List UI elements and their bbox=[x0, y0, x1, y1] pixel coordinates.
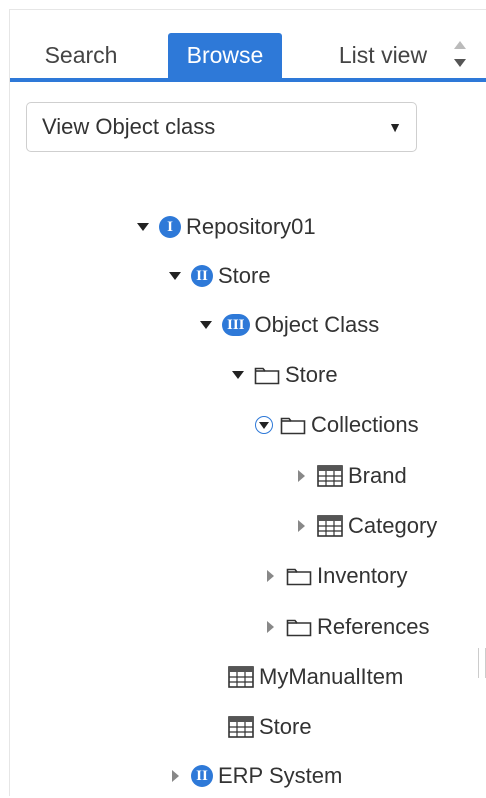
expand-toggle-icon[interactable] bbox=[133, 217, 153, 237]
tree-node[interactable]: Store bbox=[228, 353, 338, 397]
level-2-badge-icon: II bbox=[191, 765, 213, 787]
level-2-badge-icon: II bbox=[191, 265, 213, 287]
tree-node[interactable]: MyManualItem bbox=[228, 655, 403, 699]
tree-node-label: Category bbox=[348, 513, 438, 538]
tab-browse[interactable]: Browse bbox=[168, 33, 282, 78]
folder-icon bbox=[254, 365, 280, 385]
tab-bar: Search Browse List view bbox=[10, 30, 486, 82]
tree-node[interactable]: Collections bbox=[254, 403, 419, 447]
expand-toggle-icon[interactable] bbox=[228, 365, 248, 385]
tree-node[interactable]: Store bbox=[228, 705, 312, 749]
panel-left-border bbox=[9, 9, 10, 796]
tree-node[interactable]: References bbox=[260, 605, 430, 649]
collapse-toggle-icon[interactable] bbox=[260, 617, 280, 637]
view-select-value: View Object class bbox=[42, 114, 216, 139]
expand-toggle-icon[interactable] bbox=[165, 266, 185, 286]
expand-toggle-icon[interactable] bbox=[254, 415, 274, 435]
resize-handle[interactable] bbox=[478, 648, 486, 678]
collapse-toggle-icon[interactable] bbox=[165, 766, 185, 786]
caret-down-icon: ▼ bbox=[388, 119, 402, 135]
tab-underline bbox=[10, 78, 486, 82]
tree-node-label: Collections bbox=[311, 412, 419, 437]
tree-node[interactable]: Inventory bbox=[260, 554, 408, 598]
panel-top-border bbox=[9, 9, 486, 10]
collapse-toggle-icon[interactable] bbox=[291, 466, 311, 486]
badge-label: I bbox=[159, 216, 181, 238]
table-icon bbox=[228, 666, 254, 688]
tree-node-label: Object Class bbox=[254, 312, 380, 337]
tree-node-label: MyManualItem bbox=[259, 664, 404, 689]
folder-icon bbox=[280, 415, 306, 435]
level-1-badge-icon: I bbox=[159, 216, 181, 238]
scroll-up-icon[interactable] bbox=[454, 41, 466, 49]
badge-label: II bbox=[191, 765, 213, 787]
tree-node-label: Inventory bbox=[317, 563, 408, 588]
collapse-toggle-icon[interactable] bbox=[260, 566, 280, 586]
tree-node[interactable]: Brand bbox=[291, 454, 407, 498]
tree-node[interactable]: II ERP System bbox=[165, 754, 342, 798]
tree-node-label: Store bbox=[259, 714, 312, 739]
tree-node-label: References bbox=[317, 614, 430, 639]
table-icon bbox=[228, 716, 254, 738]
tree-node[interactable]: I Repository01 bbox=[133, 205, 316, 249]
folder-icon bbox=[286, 617, 312, 637]
collapse-toggle-icon[interactable] bbox=[291, 516, 311, 536]
badge-label: III bbox=[222, 314, 250, 336]
tab-scroll-arrows bbox=[450, 33, 476, 73]
badge-label: II bbox=[191, 265, 213, 287]
tree-node-label: Store bbox=[218, 263, 271, 288]
tab-list-view[interactable]: List view bbox=[328, 33, 438, 78]
scroll-down-icon[interactable] bbox=[454, 59, 466, 67]
tree-node-label: Brand bbox=[348, 463, 407, 488]
view-select[interactable]: View Object class ▼ bbox=[26, 102, 417, 152]
tab-search[interactable]: Search bbox=[26, 33, 136, 78]
tree-node[interactable]: Category bbox=[291, 504, 437, 548]
tree-node[interactable]: II Store bbox=[165, 254, 271, 298]
expand-toggle-icon[interactable] bbox=[196, 315, 216, 335]
table-icon bbox=[317, 465, 343, 487]
level-3-badge-icon: III bbox=[222, 314, 250, 336]
tree-node-label: Repository01 bbox=[186, 214, 316, 239]
tree-node-label: ERP System bbox=[218, 763, 343, 788]
folder-icon bbox=[286, 566, 312, 586]
tree-node[interactable]: III Object Class bbox=[196, 303, 379, 347]
table-icon bbox=[317, 515, 343, 537]
tree-node-label: Store bbox=[285, 362, 338, 387]
